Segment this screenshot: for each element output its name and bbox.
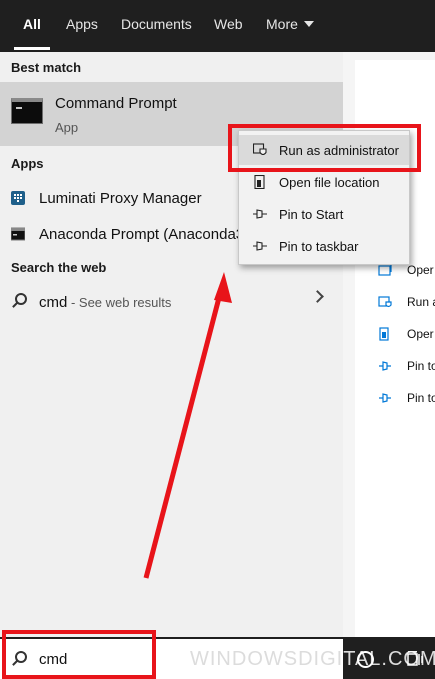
- highlight-run-as-admin: [228, 124, 421, 172]
- menu-item-label: Open file location: [279, 175, 380, 190]
- best-match-heading: Best match: [11, 60, 82, 75]
- shield-icon: [378, 296, 392, 308]
- menu-item-pin-to-taskbar[interactable]: Pin to taskbar: [239, 231, 409, 261]
- folder-icon: [254, 175, 265, 189]
- menu-item-label: Pin to taskbar: [279, 239, 359, 254]
- watermark: WINDOWSDIGITAL.COM: [190, 648, 435, 670]
- tab-documents[interactable]: Documents: [121, 0, 192, 50]
- open-icon: [378, 263, 392, 276]
- tab-apps-label: Apps: [66, 16, 98, 32]
- tab-web-label: Web: [214, 16, 243, 32]
- preview-action-pin-start[interactable]: Pin to: [378, 357, 435, 377]
- preview-action-run-admin[interactable]: Run a: [378, 293, 435, 313]
- tab-web[interactable]: Web: [214, 0, 243, 50]
- pin-icon: [253, 209, 267, 219]
- best-match-subtitle: App: [55, 120, 79, 135]
- web-search-query: cmd: [39, 294, 68, 311]
- apps-heading: Apps: [11, 156, 44, 171]
- preview-action-label: Oper: [407, 327, 434, 341]
- search-web-heading: Search the web: [11, 260, 107, 275]
- preview-action-open-location[interactable]: Oper: [378, 325, 435, 345]
- anaconda-prompt-icon: [11, 227, 25, 241]
- preview-action-label: Pin to: [407, 391, 435, 405]
- tab-apps[interactable]: Apps: [66, 0, 98, 50]
- task-view-icon[interactable]: [405, 651, 425, 668]
- preview-action-label: Pin to: [407, 359, 435, 373]
- menu-item-pin-to-start[interactable]: Pin to Start: [239, 199, 409, 229]
- app-item-label: Anaconda Prompt (Anaconda3: [39, 226, 245, 243]
- pin-icon: [379, 393, 391, 403]
- tab-documents-label: Documents: [121, 16, 192, 32]
- pin-icon: [253, 241, 267, 251]
- highlight-search-box: [2, 630, 156, 679]
- web-search-suffix: - See web results: [67, 295, 172, 310]
- tab-more[interactable]: More: [266, 0, 314, 50]
- command-prompt-icon: [11, 98, 43, 124]
- preview-action-label: Oper: [407, 263, 434, 277]
- pin-icon: [379, 361, 391, 371]
- chevron-down-icon: [303, 21, 314, 27]
- web-search-text: cmd - See web results: [39, 294, 171, 311]
- search-icon: [15, 293, 27, 305]
- best-match-title: Command Prompt: [55, 95, 177, 112]
- search-filter-tabs: All Apps Documents Web More: [0, 0, 435, 52]
- luminati-icon: [11, 191, 25, 205]
- cortana-icon[interactable]: [357, 651, 374, 668]
- preview-action-label: Run a: [407, 295, 435, 309]
- menu-item-label: Pin to Start: [279, 207, 344, 222]
- tab-all[interactable]: All: [14, 0, 50, 50]
- tab-all-label: All: [23, 16, 41, 32]
- folder-icon: [379, 327, 389, 341]
- tab-more-label: More: [266, 16, 298, 32]
- app-item-label: Luminati Proxy Manager: [39, 190, 202, 207]
- preview-action-pin-taskbar[interactable]: Pin to: [378, 389, 435, 409]
